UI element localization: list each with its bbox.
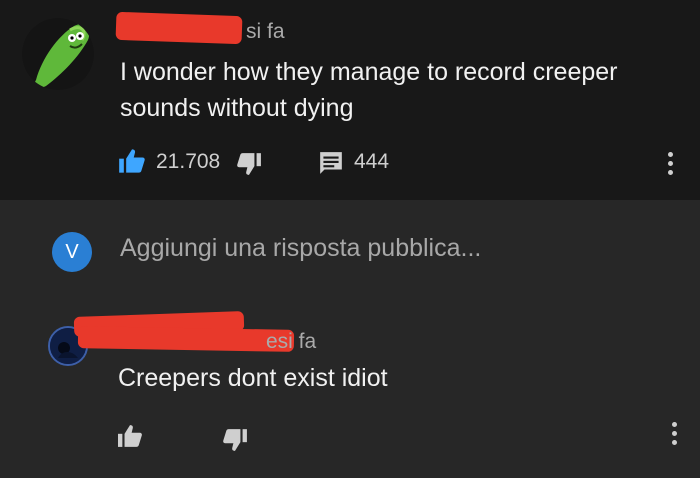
like-icon[interactable]	[118, 148, 146, 179]
reply-like-icon[interactable]	[116, 424, 144, 453]
reply-more-icon[interactable]	[672, 422, 678, 452]
comment-time: si fa	[246, 20, 285, 43]
reply-text: Creepers dont exist idiot	[118, 364, 388, 392]
reply-meta: esi fa	[116, 330, 316, 354]
comment-text: I wonder how they manage to record creep…	[120, 58, 618, 122]
user-avatar[interactable]: V	[52, 232, 92, 272]
comment-section: si fa I wonder how they manage to record…	[0, 0, 700, 200]
like-count: 21.708	[156, 150, 221, 173]
reply-count[interactable]: 444	[354, 150, 389, 174]
reply-input[interactable]: Aggiungi una risposta pubblica...	[120, 234, 481, 263]
pickle-icon	[22, 18, 94, 90]
comment-more-icon[interactable]	[668, 152, 674, 182]
commenter-avatar[interactable]	[22, 18, 94, 90]
dislike-icon[interactable]	[236, 152, 262, 181]
reply-comment-icon[interactable]	[318, 150, 344, 181]
reply-dislike-icon[interactable]	[222, 428, 248, 457]
comment-meta: si fa	[118, 20, 285, 44]
reply-time: esi fa	[266, 330, 317, 353]
